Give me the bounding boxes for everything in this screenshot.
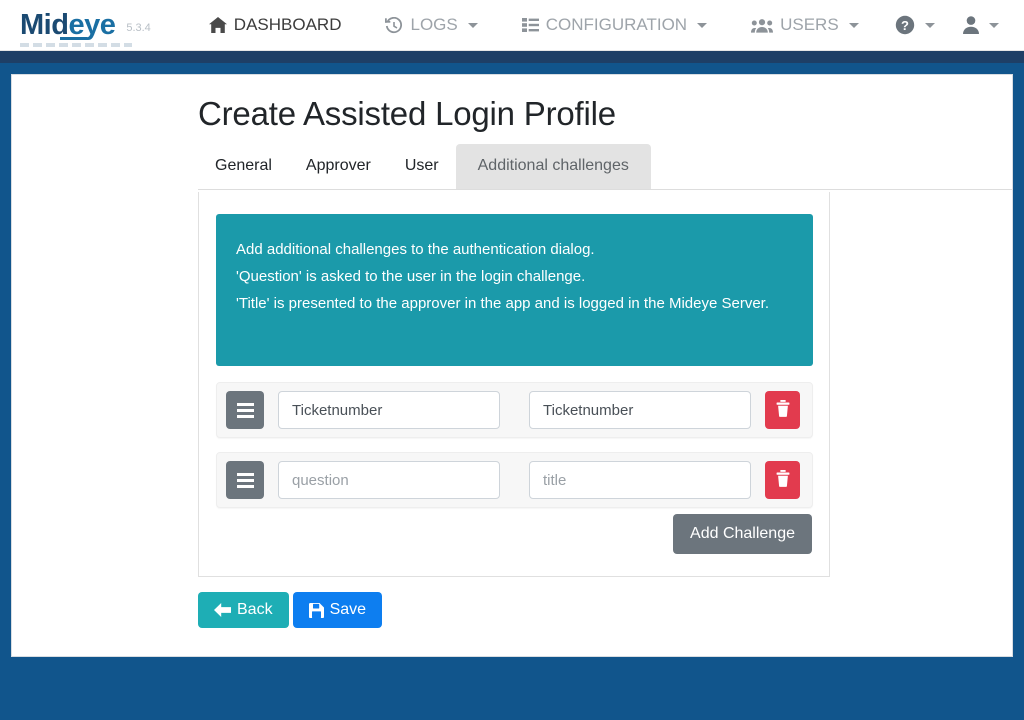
footer-actions: Back Save [198,592,382,628]
nav-item-configuration-label: CONFIGURATION [546,15,687,35]
nav-item-dashboard-label: DASHBOARD [234,15,342,35]
users-icon [751,18,773,33]
nav-item-logs-label: LOGS [410,15,457,35]
save-button-label: Save [330,601,366,619]
nav-item-account[interactable] [949,16,1013,34]
info-line-1: Add additional challenges to the authent… [236,236,793,263]
challenge-rows [216,382,813,522]
home-icon [209,17,227,33]
info-line-3: 'Title' is presented to the approver in … [236,290,793,317]
app-version: 5.3.4 [126,22,150,34]
challenge-row [216,382,813,438]
nav-item-users-label: USERS [780,15,839,35]
header-dark-bar [0,51,1024,63]
tab-user[interactable]: User [388,144,456,189]
trash-icon [776,400,790,420]
user-icon [963,16,979,34]
tab-additional-challenges[interactable]: Additional challenges [456,144,651,189]
logo-dots [20,43,132,47]
save-button[interactable]: Save [293,592,382,628]
nav-items: DASHBOARD LOGS CONFIGURATION USERS [187,15,1013,35]
logo-underline [60,37,87,40]
top-navbar: Mideye 5.3.4 DASHBOARD LOGS CONFIGURATIO… [0,0,1024,51]
drag-handle-icon[interactable] [226,391,264,429]
chevron-down-icon [468,23,478,28]
brand-logo[interactable]: Mideye 5.3.4 [20,11,151,40]
challenge-title-input[interactable] [529,391,751,429]
floppy-save-icon [309,603,324,618]
info-line-2: 'Question' is asked to the user in the l… [236,263,793,290]
chevron-down-icon [989,23,999,28]
delete-challenge-button[interactable] [765,461,800,499]
logo-text: Mideye [20,11,115,40]
tab-approver[interactable]: Approver [289,144,388,189]
add-challenge-wrap: Add Challenge [673,514,812,554]
logo-wordmark: Mideye [20,11,115,40]
list-icon [522,18,539,32]
chevron-down-icon [697,23,707,28]
challenge-question-input[interactable] [278,461,500,499]
additional-challenges-panel: Add additional challenges to the authent… [198,192,830,577]
challenge-title-input[interactable] [529,461,751,499]
tab-bar-rule [198,189,1013,190]
question-circle-icon: ? [895,15,915,35]
tab-general[interactable]: General [198,144,289,189]
drag-handle-icon[interactable] [226,461,264,499]
trash-icon [776,470,790,490]
delete-challenge-button[interactable] [765,391,800,429]
nav-item-configuration[interactable]: CONFIGURATION [500,15,729,35]
nav-item-dashboard[interactable]: DASHBOARD [187,15,364,35]
tab-bar: General Approver User Additional challen… [198,141,1013,189]
add-challenge-button[interactable]: Add Challenge [673,514,812,554]
nav-item-logs[interactable]: LOGS [363,15,499,35]
chevron-down-icon [849,23,859,28]
nav-item-users[interactable]: USERS [729,15,881,35]
info-box: Add additional challenges to the authent… [216,214,813,366]
chevron-down-icon [925,23,935,28]
challenge-row [216,452,813,508]
back-button-label: Back [237,601,273,619]
page-title: Create Assisted Login Profile [198,95,616,133]
history-icon [385,17,403,34]
arrow-left-icon [214,603,231,617]
back-button[interactable]: Back [198,592,289,628]
svg-text:?: ? [901,18,909,33]
nav-item-help[interactable]: ? [881,15,949,35]
content-card: Create Assisted Login Profile General Ap… [11,74,1013,657]
challenge-question-input[interactable] [278,391,500,429]
